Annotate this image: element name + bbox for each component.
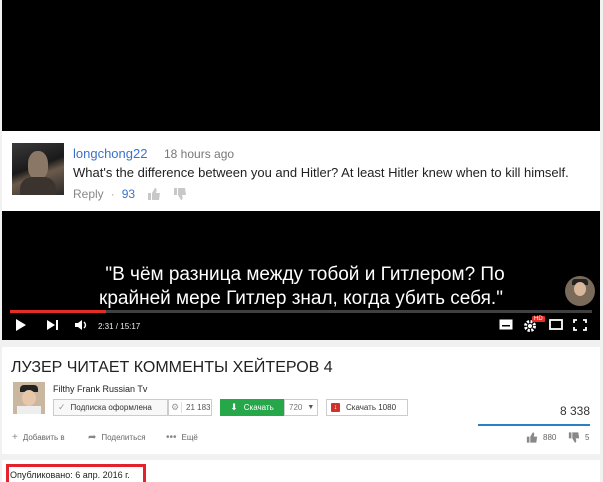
player-controls: 2:31 / 15:17 HD (2, 313, 600, 340)
page: longchong22 18 hours ago What's the diff… (0, 0, 603, 482)
chevron-down-icon: ▼ (307, 404, 315, 411)
channel-watermark[interactable] (565, 276, 595, 306)
download-box-icon: ↓ (331, 403, 340, 412)
video-info-card: ЛУЗЕР ЧИТАЕТ КОММЕНТЫ ХЕЙТЕРОВ 4 Filthy … (2, 347, 600, 454)
download-1080-label: Скачать 1080 (346, 403, 397, 412)
theater-mode-icon[interactable] (549, 319, 563, 330)
subtitle-line-2: крайней мере Гитлер знал, когда убить се… (99, 288, 503, 309)
like-count: 880 (543, 433, 557, 442)
comment-time: 18 hours ago (164, 147, 235, 161)
next-icon[interactable] (46, 319, 60, 331)
thumbs-up-icon (526, 432, 538, 443)
video-player[interactable]: longchong22 18 hours ago What's the diff… (2, 0, 600, 340)
add-to-button[interactable]: + Добавить в (12, 432, 65, 443)
comment-text: What's the difference between you and Hi… (73, 165, 569, 180)
quality-value: 720 (289, 403, 303, 412)
thumbs-up-icon (148, 188, 161, 200)
share-arrow-icon: ➦ (88, 432, 97, 443)
hd-badge: HD (532, 316, 545, 322)
comment-card: longchong22 18 hours ago What's the diff… (2, 131, 600, 211)
video-title: ЛУЗЕР ЧИТАЕТ КОММЕНТЫ ХЕЙТЕРОВ 4 (11, 359, 333, 376)
thumbs-down-icon (174, 188, 187, 200)
notification-gear-icon: ⚙ (169, 402, 182, 413)
share-label: Поделиться (101, 433, 146, 442)
volume-icon[interactable] (74, 319, 90, 331)
share-button[interactable]: ➦ Поделиться (88, 432, 146, 443)
like-button[interactable]: 880 (526, 432, 556, 443)
more-button[interactable]: ••• Ещё (166, 432, 198, 443)
checkmark-icon: ✓ (58, 402, 66, 412)
plus-icon: + (12, 432, 18, 443)
separator-dot: · (110, 187, 115, 201)
subscribed-label: Подписка оформлена (70, 403, 152, 412)
action-row: + Добавить в ➦ Поделиться ••• Ещё 880 5 (2, 432, 600, 450)
published-date: Опубликовано: 6 апр. 2016 г. (10, 470, 130, 480)
subscriber-count[interactable]: ⚙ 21 183 (168, 399, 212, 416)
play-icon[interactable] (15, 319, 27, 331)
add-to-label: Добавить в (22, 433, 65, 442)
quality-select[interactable]: 720 ▼ (284, 399, 318, 416)
subtitle-overlay: "В чём разница между тобой и Гитлером? П… (2, 263, 600, 311)
download-1080-button[interactable]: ↓ Скачать 1080 (326, 399, 408, 416)
thumbs-down-icon (568, 432, 580, 443)
subtitles-icon[interactable] (499, 319, 513, 330)
reply-link: Reply (73, 187, 104, 201)
more-label: Ещё (181, 433, 198, 442)
download-label: Скачать (243, 403, 274, 412)
channel-name[interactable]: Filthy Frank Russian Tv (53, 384, 147, 394)
view-count: 8 338 (559, 404, 590, 418)
dislike-button[interactable]: 5 (568, 432, 589, 443)
fullscreen-icon[interactable] (573, 319, 587, 331)
comment-like-count: 93 (121, 187, 136, 201)
like-ratio-bar (478, 424, 590, 426)
more-dots-icon: ••• (166, 432, 177, 443)
download-arrow-icon: ⬇ (230, 402, 238, 412)
description-card: Опубликовано: 6 апр. 2016 г. (2, 460, 600, 482)
time-display: 2:31 / 15:17 (98, 322, 141, 331)
comment-avatar (12, 143, 64, 195)
download-button[interactable]: ⬇ Скачать (220, 399, 284, 416)
subscriber-count-value: 21 183 (186, 403, 211, 412)
comment-actions: Reply · 93 (73, 187, 199, 201)
channel-avatar[interactable] (13, 382, 45, 414)
dislike-count: 5 (585, 433, 590, 442)
comment-author: longchong22 (73, 146, 148, 161)
subscribed-button[interactable]: ✓ Подписка оформлена (53, 399, 168, 416)
subtitle-line-1: "В чём разница между тобой и Гитлером? П… (105, 264, 505, 285)
